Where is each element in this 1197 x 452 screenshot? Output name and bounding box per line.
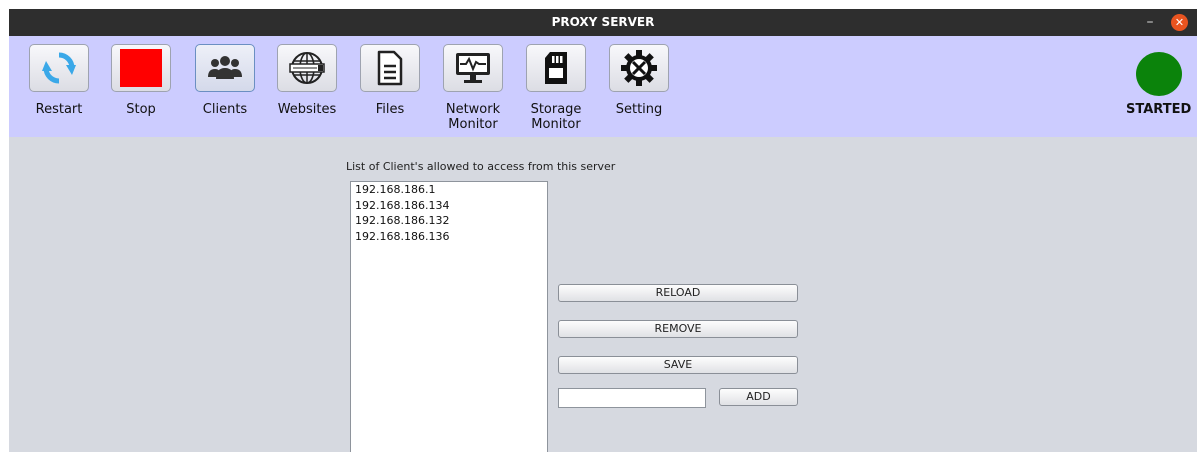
client-list-item[interactable]: 192.168.186.136 (351, 229, 547, 245)
gear-tools-icon (621, 50, 657, 86)
users-icon (208, 56, 242, 79)
status-label: STARTED (1126, 102, 1192, 117)
storage-monitor-label: Storage Monitor (520, 102, 592, 132)
window-title: PROXY SERVER (551, 15, 655, 29)
files-button[interactable] (360, 44, 420, 92)
close-button[interactable]: ✕ (1171, 14, 1188, 31)
client-list-item[interactable]: 192.168.186.134 (351, 198, 547, 214)
restart-label: Restart (35, 102, 83, 117)
stop-label: Stop (126, 102, 156, 117)
client-list-item[interactable]: 192.168.186.1 (351, 182, 547, 198)
status-indicator (1136, 52, 1182, 96)
clients-button[interactable] (195, 44, 255, 92)
websites-label: Websites (277, 102, 337, 117)
add-client-input[interactable] (558, 388, 706, 408)
globe-icon (289, 52, 325, 84)
remove-button[interactable]: REMOVE (558, 320, 798, 338)
stop-icon (120, 49, 162, 87)
app-window: PROXY SERVER – ✕ Restart Stop Clients We… (9, 9, 1197, 452)
reload-button[interactable]: RELOAD (558, 284, 798, 302)
stop-button[interactable] (111, 44, 171, 92)
network-monitor-icon (456, 53, 490, 83)
client-list-caption: List of Client's allowed to access from … (346, 160, 616, 173)
client-list-item[interactable]: 192.168.186.132 (351, 213, 547, 229)
setting-button[interactable] (609, 44, 669, 92)
title-bar: PROXY SERVER – ✕ (9, 9, 1197, 36)
storage-monitor-label-text: Storage Monitor (530, 102, 582, 132)
network-monitor-label: Network Monitor (437, 102, 509, 132)
save-button[interactable]: SAVE (558, 356, 798, 374)
minimize-button[interactable]: – (1140, 12, 1160, 32)
sd-card-icon (545, 52, 567, 84)
network-monitor-label-text: Network Monitor (445, 102, 501, 132)
toolbar: Restart Stop Clients Websites Files Netw… (9, 36, 1197, 137)
clients-label: Clients (202, 102, 248, 117)
document-icon (377, 50, 403, 86)
setting-label: Setting (615, 102, 663, 117)
refresh-icon (42, 52, 76, 84)
add-button[interactable]: ADD (719, 388, 798, 406)
network-monitor-button[interactable] (443, 44, 503, 92)
restart-button[interactable] (29, 44, 89, 92)
websites-button[interactable] (277, 44, 337, 92)
storage-monitor-button[interactable] (526, 44, 586, 92)
client-list[interactable]: 192.168.186.1 192.168.186.134 192.168.18… (350, 181, 548, 452)
files-label: Files (375, 102, 405, 117)
